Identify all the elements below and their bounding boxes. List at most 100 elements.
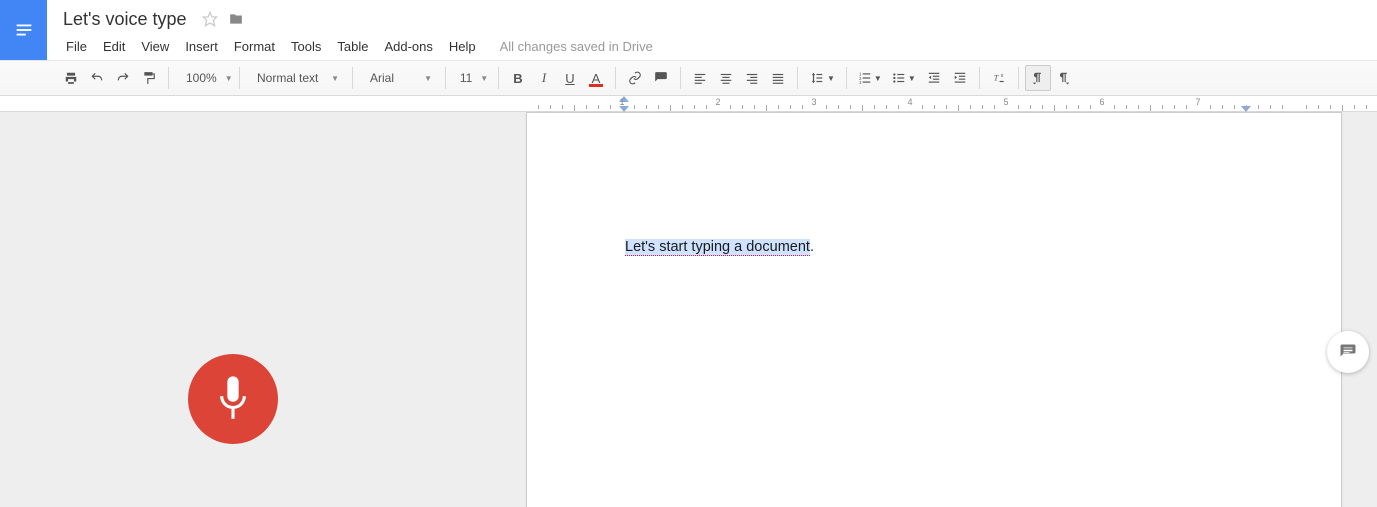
menu-table[interactable]: Table bbox=[329, 35, 376, 58]
line-spacing-icon bbox=[809, 71, 825, 85]
decrease-indent-button[interactable] bbox=[921, 65, 947, 91]
star-icon[interactable] bbox=[202, 11, 218, 27]
zoom-value: 100% bbox=[186, 71, 217, 85]
ruler-number: 2 bbox=[715, 97, 720, 107]
menu-insert[interactable]: Insert bbox=[177, 35, 226, 58]
document-title-input[interactable]: Let's voice type bbox=[58, 7, 192, 32]
chevron-down-icon: ▼ bbox=[874, 74, 882, 83]
chevron-down-icon: ▼ bbox=[225, 74, 233, 83]
menu-help[interactable]: Help bbox=[441, 35, 484, 58]
docs-logo[interactable] bbox=[0, 0, 47, 60]
link-icon bbox=[627, 71, 643, 85]
toolbar-separator bbox=[979, 67, 980, 89]
menu-tools[interactable]: Tools bbox=[283, 35, 329, 58]
ruler-number: 5 bbox=[1003, 97, 1008, 107]
horizontal-ruler[interactable]: 1 2 3 4 5 6 7 bbox=[0, 96, 1377, 112]
undo-button[interactable] bbox=[84, 65, 110, 91]
font-size-select[interactable]: 11▼ bbox=[452, 65, 492, 91]
toolbar-separator bbox=[797, 67, 798, 89]
font-family-select[interactable]: Arial▼ bbox=[359, 65, 439, 91]
rtl-icon bbox=[1057, 71, 1071, 85]
toolbar-separator bbox=[352, 67, 353, 89]
toolbar-separator bbox=[498, 67, 499, 89]
style-value: Normal text bbox=[257, 71, 318, 85]
comment-icon bbox=[1339, 343, 1357, 361]
trailing-text: . bbox=[810, 239, 814, 255]
add-comment-fab[interactable] bbox=[1327, 331, 1369, 373]
increase-indent-button[interactable] bbox=[947, 65, 973, 91]
ltr-button[interactable] bbox=[1025, 65, 1051, 91]
outdent-icon bbox=[927, 71, 941, 85]
align-center-button[interactable] bbox=[713, 65, 739, 91]
text-color-button[interactable]: A bbox=[583, 65, 609, 91]
bold-button[interactable]: B bbox=[505, 65, 531, 91]
ruler-number: 7 bbox=[1195, 97, 1200, 107]
svg-text:3: 3 bbox=[859, 80, 862, 85]
ruler-number: 6 bbox=[1099, 97, 1104, 107]
svg-text:x: x bbox=[1001, 73, 1004, 79]
folder-icon[interactable] bbox=[228, 12, 244, 26]
align-left-icon bbox=[693, 71, 707, 85]
underline-button[interactable]: U bbox=[557, 65, 583, 91]
toolbar: 100%▼ Normal text▼ Arial▼ 11▼ B I U A ▼ … bbox=[0, 60, 1377, 96]
bulleted-list-button[interactable]: ▼ bbox=[887, 65, 921, 91]
paragraph-style-select[interactable]: Normal text ▼ bbox=[246, 65, 346, 91]
rtl-button[interactable] bbox=[1051, 65, 1077, 91]
print-button[interactable] bbox=[58, 65, 84, 91]
toolbar-separator bbox=[680, 67, 681, 89]
paint-format-button[interactable] bbox=[136, 65, 162, 91]
toolbar-separator bbox=[239, 67, 240, 89]
insert-link-button[interactable] bbox=[622, 65, 648, 91]
microphone-icon bbox=[216, 376, 250, 422]
ruler-scale: 1 2 3 4 5 6 7 bbox=[526, 96, 1377, 112]
toolbar-separator bbox=[846, 67, 847, 89]
align-left-button[interactable] bbox=[687, 65, 713, 91]
toolbar-separator bbox=[168, 67, 169, 89]
clear-formatting-button[interactable]: Tx bbox=[986, 65, 1012, 91]
chevron-down-icon: ▼ bbox=[480, 74, 488, 83]
align-right-button[interactable] bbox=[739, 65, 765, 91]
toolbar-separator bbox=[615, 67, 616, 89]
menu-edit[interactable]: Edit bbox=[95, 35, 133, 58]
numbered-list-icon: 123 bbox=[858, 71, 872, 85]
insert-comment-button[interactable] bbox=[648, 65, 674, 91]
ruler-number: 1 bbox=[619, 97, 624, 107]
svg-text:T: T bbox=[994, 73, 1000, 82]
align-center-icon bbox=[719, 71, 733, 85]
bulleted-list-icon bbox=[892, 71, 906, 85]
chevron-down-icon: ▼ bbox=[331, 74, 339, 83]
title-row: Let's voice type bbox=[58, 6, 1377, 32]
clear-format-icon: Tx bbox=[992, 71, 1006, 85]
chevron-down-icon: ▼ bbox=[908, 74, 916, 83]
redo-button[interactable] bbox=[110, 65, 136, 91]
paint-format-icon bbox=[142, 71, 156, 85]
numbered-list-button[interactable]: 123▼ bbox=[853, 65, 887, 91]
ruler-number: 4 bbox=[907, 97, 912, 107]
menu-addons[interactable]: Add-ons bbox=[376, 35, 440, 58]
align-right-icon bbox=[745, 71, 759, 85]
menu-file[interactable]: File bbox=[58, 35, 95, 58]
menu-view[interactable]: View bbox=[133, 35, 177, 58]
zoom-select[interactable]: 100% ▼ bbox=[175, 65, 233, 91]
font-value: Arial bbox=[370, 71, 394, 85]
print-icon bbox=[64, 71, 78, 85]
document-text-line[interactable]: Let's start typing a document. bbox=[625, 239, 814, 255]
italic-button[interactable]: I bbox=[531, 65, 557, 91]
app-header: Let's voice type File Edit View Insert F… bbox=[0, 0, 1377, 60]
voice-typing-button[interactable] bbox=[188, 354, 278, 444]
menu-bar: File Edit View Insert Format Tools Table… bbox=[58, 32, 1377, 60]
ruler-number: 3 bbox=[811, 97, 816, 107]
document-page[interactable]: Let's start typing a document. bbox=[526, 112, 1342, 507]
line-spacing-button[interactable]: ▼ bbox=[804, 65, 840, 91]
text-color-swatch bbox=[589, 84, 603, 87]
selected-text: Let's start typing a document bbox=[625, 239, 810, 256]
menu-format[interactable]: Format bbox=[226, 35, 283, 58]
redo-icon bbox=[116, 71, 130, 85]
chevron-down-icon: ▼ bbox=[827, 74, 835, 83]
undo-icon bbox=[90, 71, 104, 85]
indent-icon bbox=[953, 71, 967, 85]
toolbar-separator bbox=[445, 67, 446, 89]
align-justify-button[interactable] bbox=[765, 65, 791, 91]
header-main: Let's voice type File Edit View Insert F… bbox=[47, 0, 1377, 60]
align-justify-icon bbox=[771, 71, 785, 85]
